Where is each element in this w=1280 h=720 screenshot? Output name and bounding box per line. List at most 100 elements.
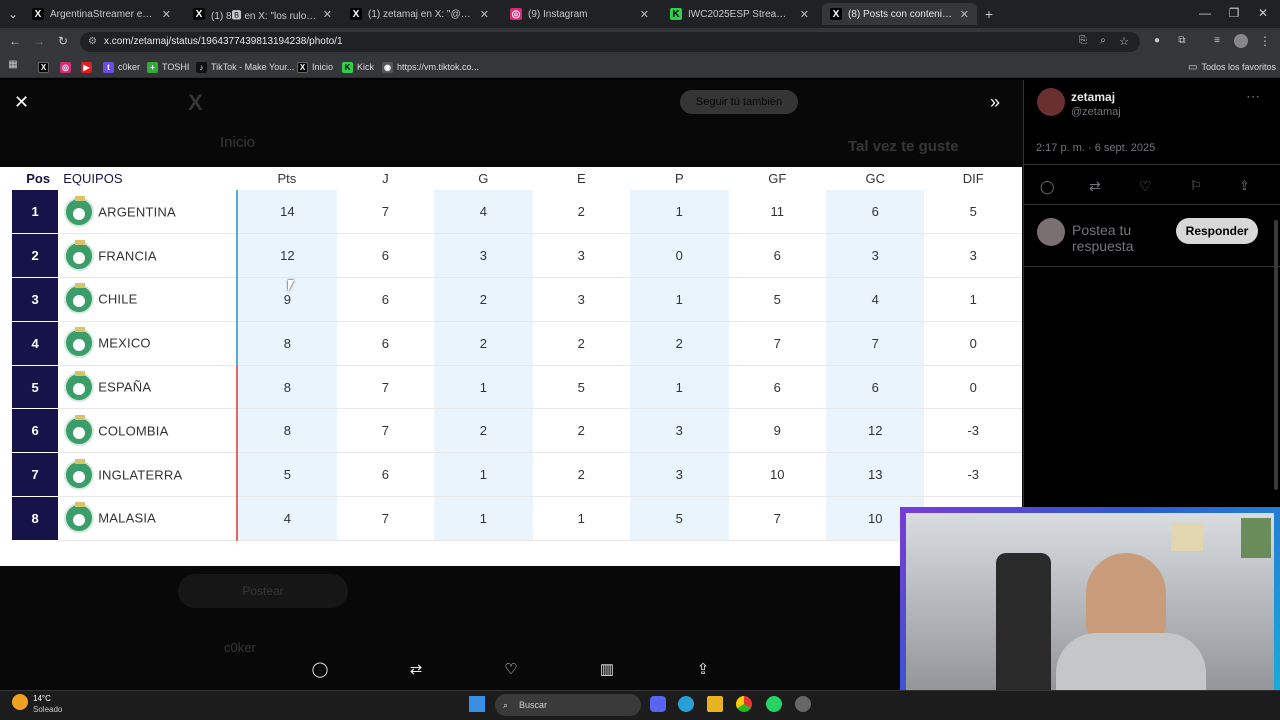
tab-close-icon[interactable]: ✕ bbox=[480, 8, 489, 21]
cell-pts: 14 bbox=[236, 190, 337, 235]
tab-title: ArgentinaStreamer en X: "Vamo bbox=[50, 8, 156, 20]
cell-j: 6 bbox=[336, 233, 435, 279]
share-icon[interactable]: ⇪ bbox=[691, 660, 715, 682]
header-pos: Pos bbox=[26, 171, 51, 186]
cell-pts: 9 bbox=[236, 277, 337, 322]
like-icon[interactable]: ♡ bbox=[1139, 178, 1152, 195]
reply-input[interactable]: Postea tu respuesta bbox=[1072, 222, 1172, 256]
bookmark-star-icon[interactable]: ☆ bbox=[1115, 35, 1133, 48]
tab-close-icon[interactable]: ✕ bbox=[800, 8, 809, 21]
close-icon[interactable]: ✕ bbox=[14, 92, 29, 113]
repost-icon[interactable]: ⇄ bbox=[404, 660, 428, 682]
bookmark-toshi[interactable]: + TOSHI bbox=[147, 60, 189, 74]
maximize-button[interactable]: ❐ bbox=[1225, 6, 1243, 20]
cell-g: 1 bbox=[434, 452, 533, 498]
scrollbar[interactable] bbox=[1274, 220, 1278, 490]
tab[interactable]: K IWC2025ESP Stream - Wate ✕ bbox=[662, 3, 817, 25]
reply-icon[interactable]: ◯ bbox=[308, 660, 332, 682]
media-icon[interactable]: ≡ bbox=[1208, 35, 1226, 46]
taskbar-search[interactable]: ⌕ Buscar bbox=[495, 694, 641, 716]
cell-team: INGLATERRA bbox=[58, 452, 238, 498]
cell-team: MALASIA bbox=[58, 496, 238, 541]
windows-start-icon[interactable] bbox=[469, 696, 485, 712]
extension-icon[interactable]: ● bbox=[1148, 35, 1166, 46]
tab-close-icon[interactable]: ✕ bbox=[162, 8, 171, 21]
profile-avatar[interactable] bbox=[1234, 34, 1248, 48]
display-name[interactable]: zetamaj bbox=[1071, 90, 1115, 104]
menu-icon[interactable]: ⋮ bbox=[1256, 34, 1274, 48]
tab-close-icon[interactable]: ✕ bbox=[640, 8, 649, 21]
extensions-puzzle-icon[interactable]: ⧉ bbox=[1173, 35, 1191, 46]
whatsapp-icon[interactable] bbox=[766, 696, 782, 712]
site-info-icon[interactable]: ⚙ bbox=[88, 32, 97, 52]
instagram-icon: ◎ bbox=[510, 8, 522, 20]
weather-temp[interactable]: 14°C bbox=[33, 694, 51, 703]
tiktok-icon: ♪ bbox=[196, 61, 207, 73]
like-icon[interactable]: ♡ bbox=[499, 660, 523, 682]
new-tab-button[interactable]: + bbox=[980, 6, 998, 22]
apps-icon[interactable]: ▦ bbox=[4, 59, 22, 70]
expand-panel-icon[interactable]: » bbox=[990, 92, 1000, 113]
x-logo-icon: X bbox=[297, 61, 308, 73]
reload-icon[interactable]: ↻ bbox=[54, 34, 72, 48]
bookmark-inicio[interactable]: X Inicio bbox=[297, 60, 333, 74]
bookmark-icon[interactable]: ⚐ bbox=[1190, 178, 1202, 194]
bookmark-kick[interactable]: K Kick bbox=[342, 60, 374, 74]
install-icon[interactable]: ⎘ bbox=[1074, 35, 1092, 46]
bookmarks-bar bbox=[0, 55, 1280, 78]
forward-icon[interactable]: → bbox=[30, 34, 48, 48]
views-icon[interactable]: ▥ bbox=[595, 660, 619, 682]
minimize-button[interactable]: — bbox=[1196, 6, 1214, 20]
discord-icon[interactable] bbox=[650, 696, 666, 712]
bookmark-youtube[interactable]: ▶ bbox=[81, 60, 92, 74]
reply-icon[interactable]: ◯ bbox=[1040, 179, 1055, 195]
cell-gf: 5 bbox=[728, 277, 826, 322]
chrome-icon[interactable] bbox=[736, 696, 752, 712]
cell-pos: 2 bbox=[0, 233, 59, 279]
handle[interactable]: @zetamaj bbox=[1071, 106, 1121, 118]
table-row: 4 MEXICO 8 6 2 2 2 7 7 0 bbox=[0, 321, 1022, 366]
tab[interactable]: X (8) Posts con contenido multim ✕ bbox=[822, 3, 977, 25]
back-icon[interactable]: ← bbox=[6, 34, 24, 48]
all-bookmarks[interactable]: ▭ Todos los favoritos bbox=[1188, 60, 1276, 74]
repost-icon[interactable]: ⇄ bbox=[1089, 178, 1101, 195]
divider bbox=[1024, 164, 1280, 165]
ghost-home-label: Inicio bbox=[220, 134, 256, 151]
address-bar[interactable]: ⚙ x.com/zetamaj/status/19643774398131942… bbox=[80, 32, 1140, 52]
folder-icon: ▭ bbox=[1188, 61, 1198, 73]
table-row: 6 COLOMBIA 8 7 2 2 3 9 12 -3 bbox=[0, 408, 1022, 454]
telegram-icon[interactable] bbox=[678, 696, 694, 712]
instagram-icon: ◎ bbox=[60, 61, 71, 73]
weather-icon[interactable] bbox=[12, 694, 28, 710]
tab-close-icon[interactable]: ✕ bbox=[323, 8, 332, 21]
more-options-icon[interactable]: ⋯ bbox=[1246, 88, 1260, 105]
bookmark-c0ker[interactable]: t c0ker bbox=[103, 60, 140, 74]
zoom-icon[interactable]: ⌕ bbox=[1094, 35, 1112, 46]
close-window-button[interactable]: ✕ bbox=[1254, 6, 1272, 20]
tab[interactable]: X (1) zetamaj en X: "@c0ker_ tabl ✕ bbox=[342, 3, 497, 25]
bookmark-tiktok-link[interactable]: ◉ https://vm.tiktok.co... bbox=[382, 60, 479, 74]
cell-e: 2 bbox=[532, 408, 631, 454]
share-icon[interactable]: ⇪ bbox=[1239, 178, 1250, 194]
ghost-post-button: Postear bbox=[178, 574, 348, 608]
bookmark-instagram[interactable]: ◎ bbox=[60, 60, 71, 74]
file-explorer-icon[interactable] bbox=[707, 696, 723, 712]
reply-button[interactable]: Responder bbox=[1176, 218, 1258, 244]
tab-search-icon[interactable]: ⌄ bbox=[4, 7, 22, 21]
post-timestamp[interactable]: 2:17 p. m. · 6 sept. 2025 bbox=[1036, 142, 1155, 154]
tab[interactable]: X ArgentinaStreamer en X: "Vamo ✕ bbox=[24, 3, 179, 25]
bookmark-x[interactable]: X bbox=[38, 60, 49, 74]
bookmark-tiktok[interactable]: ♪ TikTok - Make Your... bbox=[196, 60, 294, 74]
url-text: x.com/zetamaj/status/1964377439813194238… bbox=[104, 36, 343, 47]
tab[interactable]: X (1) 8🅱 en X: "los rulos, la vinch ✕ bbox=[185, 3, 340, 25]
tab[interactable]: ◎ (9) Instagram ✕ bbox=[502, 3, 657, 25]
cell-team: MEXICO bbox=[58, 321, 238, 366]
header-team: EQUIPOS bbox=[63, 171, 123, 186]
weather-desc[interactable]: Soleado bbox=[33, 705, 62, 714]
avatar[interactable] bbox=[1037, 88, 1065, 116]
tab-close-icon[interactable]: ✕ bbox=[960, 8, 969, 21]
cell-p: 1 bbox=[630, 277, 729, 322]
app-icon[interactable] bbox=[795, 696, 811, 712]
cell-gf: 7 bbox=[728, 321, 826, 366]
cell-pos: 1 bbox=[0, 190, 59, 235]
